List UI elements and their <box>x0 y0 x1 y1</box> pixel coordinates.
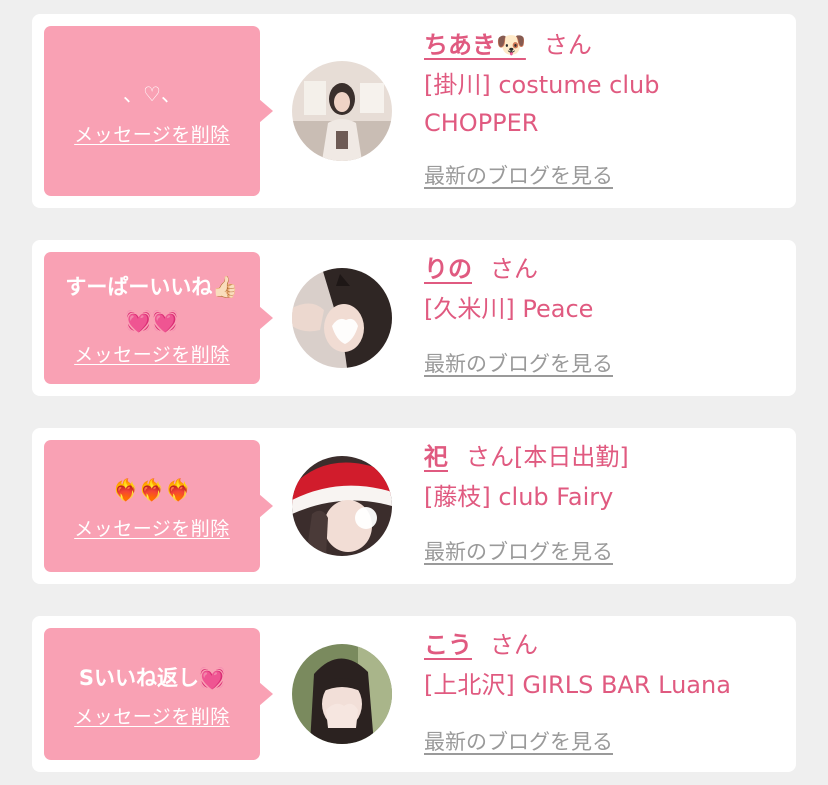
shop-name: [掛川] costume club CHOPPER <box>424 71 660 137</box>
user-card: ❤️‍🔥❤️‍🔥❤️‍🔥 メッセージを削除 祀さん[本日出勤] [藤枝] clu… <box>32 428 796 584</box>
user-name-link[interactable]: ちあき🐶 <box>424 31 526 59</box>
user-card: すーぱーいいね👍🏻 💓💓 メッセージを削除 りの さん [久米川] Peace 最… <box>32 240 796 396</box>
shop-name: [藤枝] club Fairy <box>424 483 614 511</box>
san-label: さん <box>466 443 514 471</box>
avatar-photo <box>292 456 392 556</box>
avatar-photo <box>292 61 392 161</box>
user-name-link[interactable]: こう <box>424 631 472 659</box>
avatar-photo <box>292 644 392 744</box>
san-label: さん <box>490 631 538 659</box>
shop-name: [上北沢] GIRLS BAR Luana <box>424 671 731 699</box>
message-bubble: ❤️‍🔥❤️‍🔥❤️‍🔥 メッセージを削除 <box>44 440 273 572</box>
message-text: 、♡、 <box>123 81 181 106</box>
user-avatar[interactable] <box>292 268 392 368</box>
liked-users-list: 、♡、 メッセージを削除 ちあき🐶 さん [掛川] costume club CH… <box>0 0 828 785</box>
user-avatar[interactable] <box>292 456 392 556</box>
message-text: すーぱーいいね👍🏻 💓💓 <box>65 274 239 333</box>
message-text: Sいいね返し💓 <box>78 665 226 690</box>
user-card: 、♡、 メッセージを削除 ちあき🐶 さん [掛川] costume club CH… <box>32 14 796 208</box>
san-label: さん <box>543 31 592 59</box>
user-avatar[interactable] <box>292 644 392 744</box>
delete-message-link[interactable]: メッセージを削除 <box>74 120 230 147</box>
delete-message-link[interactable]: メッセージを削除 <box>74 702 230 729</box>
message-bubble: すーぱーいいね👍🏻 💓💓 メッセージを削除 <box>44 252 273 384</box>
latest-blog-link[interactable]: 最新のブログを見る <box>424 348 613 378</box>
message-text: ❤️‍🔥❤️‍🔥❤️‍🔥 <box>112 477 192 502</box>
user-name-link[interactable]: りの <box>424 255 472 283</box>
latest-blog-link[interactable]: 最新のブログを見る <box>424 160 613 190</box>
status-suffix: [本日出勤] <box>514 443 629 471</box>
san-label: さん <box>490 255 538 283</box>
user-info: 祀さん[本日出勤] [藤枝] club Fairy 最新のブログを見る <box>424 440 780 572</box>
user-info: りの さん [久米川] Peace 最新のブログを見る <box>424 252 780 384</box>
user-card: Sいいね返し💓 メッセージを削除 こう さん [上北沢] GIRLS BAR Lu… <box>32 616 796 772</box>
latest-blog-link[interactable]: 最新のブログを見る <box>424 726 613 756</box>
delete-message-link[interactable]: メッセージを削除 <box>74 340 230 367</box>
avatar-photo <box>292 268 392 368</box>
shop-name: [久米川] Peace <box>424 295 594 323</box>
user-avatar[interactable] <box>292 61 392 161</box>
user-info: こう さん [上北沢] GIRLS BAR Luana 最新のブログを見る <box>424 628 780 760</box>
user-info: ちあき🐶 さん [掛川] costume club CHOPPER 最新のブログを… <box>424 28 780 198</box>
delete-message-link[interactable]: メッセージを削除 <box>74 514 230 541</box>
message-bubble: 、♡、 メッセージを削除 <box>44 26 273 196</box>
user-name-link[interactable]: 祀 <box>424 443 448 471</box>
message-bubble: Sいいね返し💓 メッセージを削除 <box>44 628 273 760</box>
latest-blog-link[interactable]: 最新のブログを見る <box>424 536 613 566</box>
